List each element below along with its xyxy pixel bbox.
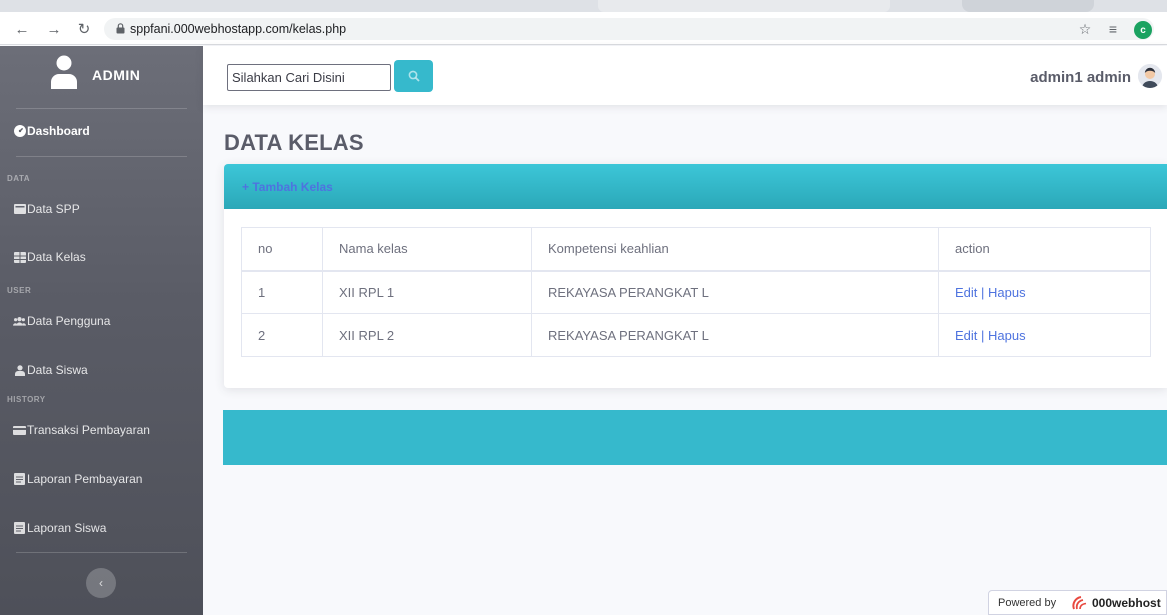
report-icon xyxy=(13,473,26,486)
user-icon xyxy=(13,364,26,377)
sidebar-item-laporan-siswa[interactable]: Laporan Siswa xyxy=(0,514,203,542)
cell-no: 1 xyxy=(241,270,323,314)
chevron-left-icon: ‹ xyxy=(99,576,103,590)
sidebar-item-label: Laporan Siswa xyxy=(27,521,107,535)
cell-action: Edit | Hapus xyxy=(938,313,1151,357)
reading-list-icon[interactable]: ≡ xyxy=(1104,18,1122,40)
sidebar-item-data-spp[interactable]: Data SPP xyxy=(0,195,203,223)
browser-tab[interactable] xyxy=(962,0,1094,12)
sidebar-divider xyxy=(16,156,187,157)
sidebar-item-label: Transaksi Pembayaran xyxy=(27,423,150,437)
footer-banner xyxy=(223,410,1167,465)
cell-kompetensi: REKAYASA PERANGKAT L xyxy=(531,270,939,314)
cell-nama-kelas: XII RPL 2 xyxy=(322,313,532,357)
cell-nama-kelas: XII RPL 1 xyxy=(322,270,532,314)
webhost-brand: 000webhost xyxy=(1092,596,1161,610)
sidebar-item-label: Dashboard xyxy=(27,124,90,138)
sidebar-divider xyxy=(16,552,187,553)
search-icon xyxy=(408,70,420,82)
sidebar-item-label: Data Kelas xyxy=(27,250,86,264)
sidebar-item-label: Data SPP xyxy=(27,202,80,216)
sidebar-item-label: Data Pengguna xyxy=(27,314,111,328)
topbar: admin1 admin xyxy=(203,46,1167,105)
column-header-no: no xyxy=(241,227,323,272)
table-header-row: no Nama kelas Kompetensi keahlian action xyxy=(241,227,1151,272)
hapus-link[interactable]: Hapus xyxy=(988,285,1026,300)
reload-icon[interactable]: ↻ xyxy=(74,19,94,39)
cell-kompetensi: REKAYASA PERANGKAT L xyxy=(531,313,939,357)
avatar[interactable] xyxy=(1138,64,1162,88)
tachometer-icon xyxy=(13,125,26,138)
sidebar-toggle-button[interactable]: ‹ xyxy=(86,568,116,598)
credit-card-icon xyxy=(13,424,26,437)
sidebar-item-data-pengguna[interactable]: Data Pengguna xyxy=(0,307,203,335)
action-separator: | xyxy=(981,284,985,300)
sidebar-item-data-kelas[interactable]: Data Kelas xyxy=(0,243,203,271)
user-name[interactable]: admin1 admin xyxy=(1030,69,1131,86)
forward-icon[interactable]: → xyxy=(44,19,64,39)
table-row: 2 XII RPL 2 REKAYASA PERANGKAT L Edit | … xyxy=(241,313,1151,357)
sidebar-heading-user: USER xyxy=(7,286,32,295)
sidebar-item-data-siswa[interactable]: Data Siswa xyxy=(0,356,203,384)
star-icon[interactable]: ☆ xyxy=(1076,18,1094,40)
card-header: + Tambah Kelas xyxy=(224,164,1167,209)
cell-action: Edit | Hapus xyxy=(938,270,1151,314)
add-kelas-link[interactable]: + Tambah Kelas xyxy=(242,180,333,194)
browser-tab[interactable] xyxy=(0,0,405,12)
webhost-logo-icon xyxy=(1072,596,1087,610)
brand-name: ADMIN xyxy=(92,67,141,83)
powered-by-text: Powered by xyxy=(998,597,1057,609)
card-icon xyxy=(13,203,26,216)
edit-link[interactable]: Edit xyxy=(955,285,977,300)
page-title: DATA KELAS xyxy=(224,130,364,155)
user-icon xyxy=(51,55,77,89)
sidebar-heading-history: HISTORY xyxy=(7,395,46,404)
sidebar-item-dashboard[interactable]: Dashboard xyxy=(0,117,203,145)
users-icon xyxy=(13,315,26,328)
url-text[interactable]: sppfani.000webhostapp.com/kelas.php xyxy=(130,22,346,36)
sidebar-heading-data: DATA xyxy=(7,174,31,183)
browser-tab[interactable] xyxy=(598,0,890,12)
column-header-nama-kelas: Nama kelas xyxy=(322,227,532,272)
address-bar[interactable]: sppfani.000webhostapp.com/kelas.php xyxy=(104,18,1154,40)
sidebar: ADMIN Dashboard DATA Data SPP Data Kelas… xyxy=(0,46,203,615)
table-row: 1 XII RPL 1 REKAYASA PERANGKAT L Edit | … xyxy=(241,270,1151,314)
action-separator: | xyxy=(981,327,985,343)
cell-no: 2 xyxy=(241,313,323,357)
sidebar-item-transaksi-pembayaran[interactable]: Transaksi Pembayaran xyxy=(0,416,203,444)
search-input[interactable] xyxy=(227,64,391,91)
sidebar-divider xyxy=(16,108,187,109)
hapus-link[interactable]: Hapus xyxy=(988,328,1026,343)
back-icon[interactable]: ← xyxy=(12,19,32,39)
sidebar-item-label: Laporan Pembayaran xyxy=(27,472,143,486)
sidebar-item-laporan-pembayaran[interactable]: Laporan Pembayaran xyxy=(0,465,203,493)
lock-icon xyxy=(116,23,125,34)
powered-by-badge[interactable]: Powered by 000webhost xyxy=(988,590,1167,615)
column-header-kompetensi: Kompetensi keahlian xyxy=(531,227,939,272)
table-icon xyxy=(13,251,26,264)
search-button[interactable] xyxy=(394,60,433,92)
profile-avatar[interactable]: c xyxy=(1134,21,1152,39)
kelas-card: + Tambah Kelas no Nama kelas Kompetensi … xyxy=(224,164,1167,388)
browser-tab-strip xyxy=(0,0,1167,12)
column-header-action: action xyxy=(938,227,1151,272)
report-icon xyxy=(13,522,26,535)
sidebar-brand[interactable]: ADMIN xyxy=(0,46,203,104)
edit-link[interactable]: Edit xyxy=(955,328,977,343)
kelas-table: no Nama kelas Kompetensi keahlian action… xyxy=(241,227,1151,357)
browser-toolbar: ← → ↻ sppfani.000webhostapp.com/kelas.ph… xyxy=(0,12,1167,45)
sidebar-item-label: Data Siswa xyxy=(27,363,88,377)
